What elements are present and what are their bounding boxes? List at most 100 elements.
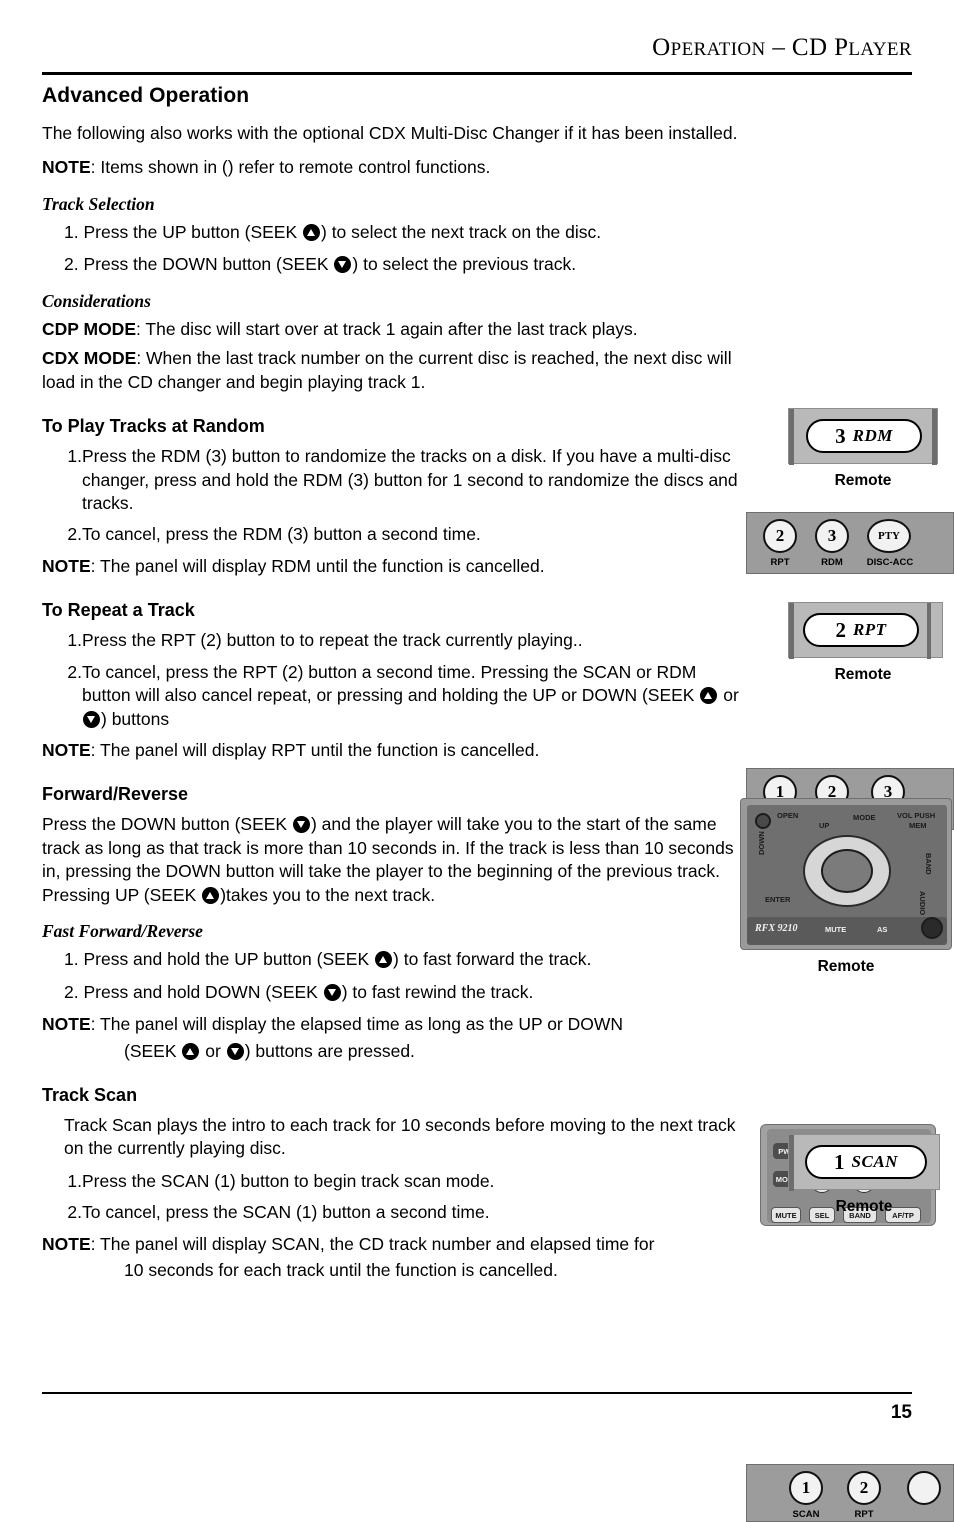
figure-display-rdm: 3 RDM Remote (788, 408, 938, 490)
label-audio: AUDIO (918, 891, 927, 916)
note-scan-a: : The panel will display SCAN, the CD tr… (90, 1233, 655, 1254)
label-mute: MUTE (825, 925, 847, 934)
heading-considerations: Considerations (42, 290, 151, 311)
button-rpt-number: 2 (835, 617, 846, 642)
caption-remote: Remote (834, 666, 892, 683)
repeat-step-2-or: or (718, 685, 739, 706)
heading-fast-forward-reverse: Fast Forward/Reverse (42, 921, 203, 942)
label-vol-push: VOL PUSH (897, 811, 936, 820)
fast-step-1: 1. Press and hold the UP button (SEEK ) … (42, 948, 742, 971)
button-rdm[interactable]: 3 RDM (806, 419, 922, 453)
track-selection-item-1-post: ) to select the next track on the disc. (321, 221, 602, 242)
fast-step-2-post: ) to fast rewind the track. (341, 981, 534, 1002)
keypad-button-2[interactable]: 2 (763, 519, 797, 553)
display-strip-rdm: 3 RDM (788, 408, 938, 465)
list-item-number: 1. (67, 1170, 82, 1191)
button-scan-text: SCAN (851, 1152, 898, 1171)
repeat-step-2a: To cancel, press the RPT (2) button a se… (82, 661, 700, 706)
fast-step-1-post: ) to fast forward the track. (393, 949, 592, 970)
keypad-button-3-partial[interactable] (907, 1471, 941, 1505)
keypad-button-3-digit: 3 (827, 526, 837, 545)
note-random-text: : The panel will display RDM until the f… (90, 555, 545, 576)
random-step-1: Press the RDM (3) button to randomize th… (82, 446, 738, 513)
heading-track-selection: Track Selection (42, 193, 155, 214)
track-selection-item-2-post: ) to select the previous track. (352, 254, 577, 275)
track-selection-item-1-pre: 1. Press the UP button (SEEK (64, 221, 302, 242)
manual-page: OPERATION – CD PLAYER Advanced Operation… (0, 0, 954, 1522)
scan-step-2: To cancel, press the SCAN (1) button a s… (82, 1202, 490, 1223)
keypad-label-disc-acc: DISC-ACC (866, 557, 914, 568)
note-fast-forward: NOTE: The panel will display the elapsed… (42, 1013, 742, 1036)
list-item-number: 1. (67, 446, 82, 467)
note-label: NOTE (42, 555, 91, 576)
main-text-column: Advanced Operation The following also wo… (42, 84, 742, 1294)
list-item: 2. To cancel, press the RPT (2) button a … (42, 661, 742, 731)
label-enter: ENTER (765, 895, 791, 904)
power-button[interactable] (755, 813, 771, 829)
figure-head-unit: OPEN UP MODE VOL PUSH MEM DOWN BAND ENTE… (740, 798, 952, 976)
track-scan-intro: Track Scan plays the intro to each track… (64, 1114, 736, 1159)
fwd-rev-a: Press the DOWN button (SEEK (42, 814, 292, 835)
keypad-button-2[interactable]: 2 (847, 1471, 881, 1505)
fwd-rev-c: )takes you to the next track. (220, 884, 436, 905)
note-fast-c: ) buttons are pressed. (244, 1040, 415, 1061)
label-open: OPEN (777, 811, 799, 820)
heading-play-tracks-random: To Play Tracks at Random (42, 416, 265, 437)
keypad-label-rpt: RPT (854, 1509, 874, 1520)
button-scan[interactable]: 1 SCAN (805, 1145, 927, 1179)
note-scan: NOTE: The panel will display SCAN, the C… (42, 1233, 742, 1256)
list-item-number: 1. (67, 630, 82, 651)
track-selection-item-2-pre: 2. Press the DOWN button (SEEK (64, 254, 334, 275)
button-rpt-text: RPT (852, 620, 887, 639)
keypad-button-1[interactable]: 1 (789, 1471, 823, 1505)
track-selection-item-1: 1. Press the UP button (SEEK ) to select… (42, 221, 742, 244)
seek-down-icon (226, 1042, 244, 1060)
note-fast-or: or (200, 1040, 226, 1061)
scan-step-1: Press the SCAN (1) button to begin track… (82, 1170, 495, 1191)
keypad-button-2-digit: 2 (775, 526, 785, 545)
caption-remote: Remote (835, 1198, 893, 1215)
button-rpt[interactable]: 2 RPT (803, 613, 919, 647)
keypad-button-3[interactable]: 3 (815, 519, 849, 553)
list-item-number: 2. (67, 524, 82, 545)
list-item: 2. To cancel, press the SCAN (1) button a… (42, 1201, 742, 1224)
strip-edge-right (927, 603, 931, 659)
cdx-mode-paragraph: CDX MODE: When the last track number on … (42, 347, 742, 394)
seek-down-icon (83, 710, 100, 728)
seek-up-icon (303, 223, 320, 241)
note-fast-a: : The panel will display the elapsed tim… (90, 1014, 624, 1035)
figure-keypad-rdm: 2 RPT 3 RDM PTY DISC-ACC (746, 512, 954, 574)
control-dial-center[interactable] (821, 849, 873, 893)
caption-remote: Remote (834, 472, 892, 489)
cdp-mode-text: : The disc will start over at track 1 ag… (136, 318, 638, 339)
note-fast-b: (SEEK (124, 1040, 182, 1061)
heading-track-scan: Track Scan (42, 1084, 138, 1105)
fast-step-1-pre: 1. Press and hold the UP button (SEEK (64, 949, 375, 970)
button-rdm-number: 3 (835, 423, 846, 448)
note-repeat-text: : The panel will display RPT until the f… (90, 740, 540, 760)
cdp-mode-paragraph: CDP MODE: The disc will start over at tr… (42, 318, 742, 341)
header-word-operation-cap: O (652, 34, 671, 61)
forward-reverse-paragraph: Press the DOWN button (SEEK ) and the pl… (42, 813, 742, 907)
cdx-mode-label: CDX MODE (42, 348, 137, 369)
note-label: NOTE (42, 740, 91, 760)
heading-advanced-operation: Advanced Operation (42, 84, 250, 107)
keypad-button-pty[interactable]: PTY (867, 519, 911, 553)
caption-remote: Remote (817, 958, 875, 975)
note-repeat: NOTE: The panel will display RPT until t… (42, 739, 742, 762)
seek-up-icon (202, 886, 220, 904)
note-label: NOTE (42, 157, 91, 178)
cdx-mode-text: : When the last track number on the curr… (42, 348, 732, 392)
figure-display-rpt: 2 RPT Remote (788, 602, 943, 684)
keypad-label-rdm: RDM (821, 557, 843, 568)
strip-edge-left (789, 603, 794, 659)
fast-step-2-pre: 2. Press and hold DOWN (SEEK (64, 981, 323, 1002)
strip-edge-right (932, 409, 937, 465)
keypad-button-2-digit: 2 (859, 1478, 869, 1497)
display-strip-rpt: 2 RPT (788, 602, 943, 659)
list-item: 1. Press the RPT (2) button to to repeat … (42, 629, 742, 652)
eject-button[interactable] (921, 917, 943, 939)
button-rdm-text: RDM (852, 426, 893, 445)
seek-up-icon (700, 687, 718, 705)
figure-keypad-scan: 1 SCAN 2 RPT (746, 1464, 954, 1522)
